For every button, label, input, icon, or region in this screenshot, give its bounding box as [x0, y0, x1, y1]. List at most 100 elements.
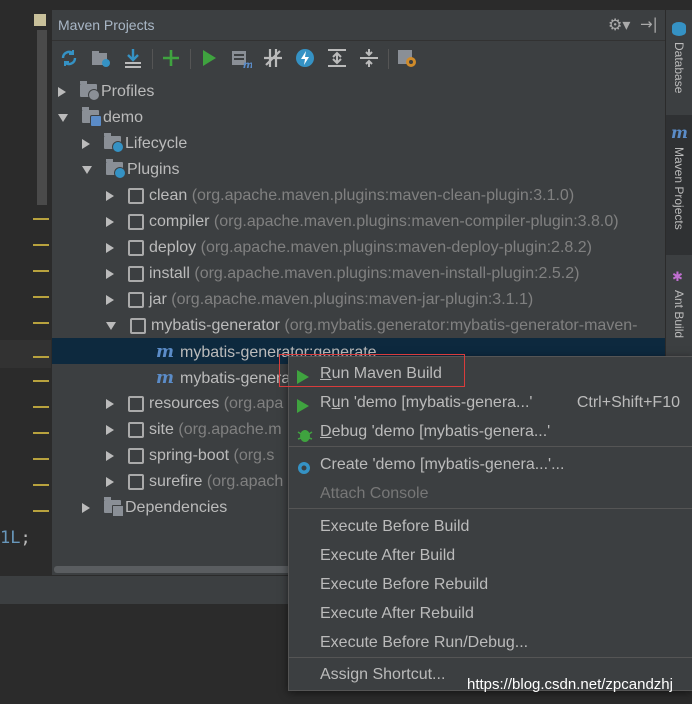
gutter-mark	[33, 296, 49, 298]
gutter-mark	[33, 484, 49, 486]
menu-item-create-config[interactable]: Create 'demo [mybatis-genera...'...	[289, 450, 692, 479]
tree-node-plugin[interactable]: surefire (org.apach	[106, 469, 283, 495]
tree-node-plugin[interactable]: install (org.apache.maven.plugins:maven-…	[106, 261, 579, 287]
panel-title: Maven Projects	[58, 17, 155, 33]
gutter-mark	[33, 322, 49, 324]
plugin-icon	[128, 473, 144, 490]
tree-node-plugin[interactable]: jar (org.apache.maven.plugins:maven-jar-…	[106, 287, 533, 313]
maven-settings-icon[interactable]	[396, 47, 418, 69]
expand-arrow-icon[interactable]	[106, 476, 114, 487]
generate-sources-icon[interactable]	[90, 47, 112, 69]
menu-separator	[289, 508, 692, 509]
expand-arrow-icon[interactable]	[106, 268, 114, 279]
expand-arrow-icon[interactable]	[58, 86, 66, 97]
menu-separator	[289, 446, 692, 447]
toolbar-separator	[190, 49, 191, 69]
gutter-mark	[33, 406, 49, 408]
annotation-highlight-box	[279, 354, 465, 387]
gutter-mark	[33, 458, 49, 460]
tree-node-goal[interactable]: m mybatis-genera	[156, 365, 290, 391]
add-icon[interactable]	[160, 47, 182, 69]
expand-arrow-icon[interactable]	[106, 424, 114, 435]
expand-arrow-icon[interactable]	[106, 242, 114, 253]
toolbar-separator	[388, 49, 389, 69]
execute-goal-icon[interactable]: m	[230, 47, 253, 71]
show-dependencies-icon[interactable]	[326, 47, 348, 69]
maven-module-icon	[82, 107, 102, 128]
tree-node-plugin[interactable]: compiler (org.apache.maven.plugins:maven…	[106, 209, 619, 235]
download-sources-icon[interactable]	[122, 47, 144, 69]
plugin-icon	[128, 291, 144, 308]
plugins-folder-icon	[106, 159, 126, 180]
skip-tests-icon[interactable]	[294, 47, 316, 69]
expand-arrow-icon[interactable]	[106, 190, 114, 201]
plugin-icon	[128, 447, 144, 464]
tab-database[interactable]: Database	[666, 10, 692, 108]
plugin-icon	[128, 187, 144, 204]
plugin-icon	[128, 239, 144, 256]
expand-arrow-icon[interactable]	[106, 450, 114, 461]
tree-node-plugin[interactable]: mybatis-generator (org.mybatis.generator…	[106, 313, 637, 339]
gutter-mark	[33, 510, 49, 512]
expand-arrow-icon[interactable]	[106, 398, 114, 409]
svg-text:m: m	[243, 60, 252, 69]
gutter-mark	[33, 218, 49, 220]
code-number-literal: 1L	[0, 528, 21, 548]
gear-icon[interactable]: ⚙▾	[608, 15, 630, 34]
toolbar-separator	[152, 49, 153, 69]
gutter-mark	[33, 356, 49, 358]
gutter-mark	[33, 244, 49, 246]
editor-scrollbar[interactable]	[37, 30, 47, 205]
maven-goal-icon: m	[156, 342, 174, 362]
menu-item-execute-before-run-debug[interactable]: Execute Before Run/Debug...	[289, 628, 692, 657]
collapse-arrow-icon[interactable]	[106, 321, 116, 330]
menu-item-execute-before-build[interactable]: Execute Before Build	[289, 512, 692, 541]
tree-node-lifecycle[interactable]: Lifecycle	[82, 131, 187, 157]
tree-node-plugin[interactable]: deploy (org.apache.maven.plugins:maven-d…	[106, 235, 592, 261]
tab-maven-projects[interactable]: m Maven Projects	[666, 115, 692, 255]
tree-node-plugin[interactable]: spring-boot (org.s	[106, 443, 274, 469]
menu-item-execute-after-rebuild[interactable]: Execute After Rebuild	[289, 599, 692, 628]
lifecycle-folder-icon	[104, 133, 124, 154]
expand-arrow-icon[interactable]	[106, 216, 114, 227]
expand-arrow-icon[interactable]	[82, 502, 90, 513]
code-semicolon: ;	[20, 528, 31, 548]
tree-node-plugins[interactable]: Plugins	[82, 157, 179, 183]
collapse-arrow-icon[interactable]	[58, 113, 68, 122]
menu-item-run-demo[interactable]: Run 'demo [mybatis-genera...' Ctrl+Shift…	[289, 388, 692, 417]
toggle-offline-icon[interactable]	[262, 47, 284, 69]
menu-item-debug-demo[interactable]: Debug 'demo [mybatis-genera...'	[289, 417, 692, 446]
menu-item-execute-before-rebuild[interactable]: Execute Before Rebuild	[289, 570, 692, 599]
gutter-mark	[33, 270, 49, 272]
plugin-icon	[128, 213, 144, 230]
plugin-icon	[128, 265, 144, 282]
ant-icon: ✱	[672, 270, 683, 285]
menu-item-attach-console: Attach Console	[320, 485, 429, 502]
hide-panel-icon[interactable]: →|	[640, 15, 658, 33]
tree-node-profiles[interactable]: Profiles	[58, 79, 154, 105]
tree-node-plugin[interactable]: site (org.apache.m	[106, 417, 282, 443]
tree-node-demo[interactable]: demo	[58, 105, 143, 131]
run-icon[interactable]	[198, 47, 220, 69]
plugin-icon	[128, 395, 144, 412]
collapse-all-icon[interactable]	[358, 47, 380, 69]
gutter-mark	[33, 432, 49, 434]
editor-gutter-marker	[34, 14, 46, 26]
maven-icon: m	[671, 123, 688, 142]
plugin-icon	[128, 421, 144, 438]
shortcut-label: Ctrl+Shift+F10	[576, 394, 680, 411]
debug-bug-icon	[296, 424, 314, 453]
reimport-icon[interactable]	[58, 47, 80, 69]
menu-item-execute-after-build[interactable]: Execute After Build	[289, 541, 692, 570]
editor-current-line	[0, 340, 51, 368]
tree-node-plugin[interactable]: resources (org.apa	[106, 391, 283, 417]
collapse-arrow-icon[interactable]	[82, 165, 92, 174]
context-menu: Run Maven Build Run 'demo [mybatis-gener…	[288, 356, 692, 691]
tree-node-plugin[interactable]: clean (org.apache.maven.plugins:maven-cl…	[106, 183, 574, 209]
tab-ant-build[interactable]: ✱ Ant Build	[666, 262, 692, 352]
expand-arrow-icon[interactable]	[106, 294, 114, 305]
expand-arrow-icon[interactable]	[82, 138, 90, 149]
tree-node-dependencies[interactable]: Dependencies	[82, 495, 227, 521]
folder-icon	[80, 81, 100, 102]
dependencies-folder-icon	[104, 497, 124, 518]
